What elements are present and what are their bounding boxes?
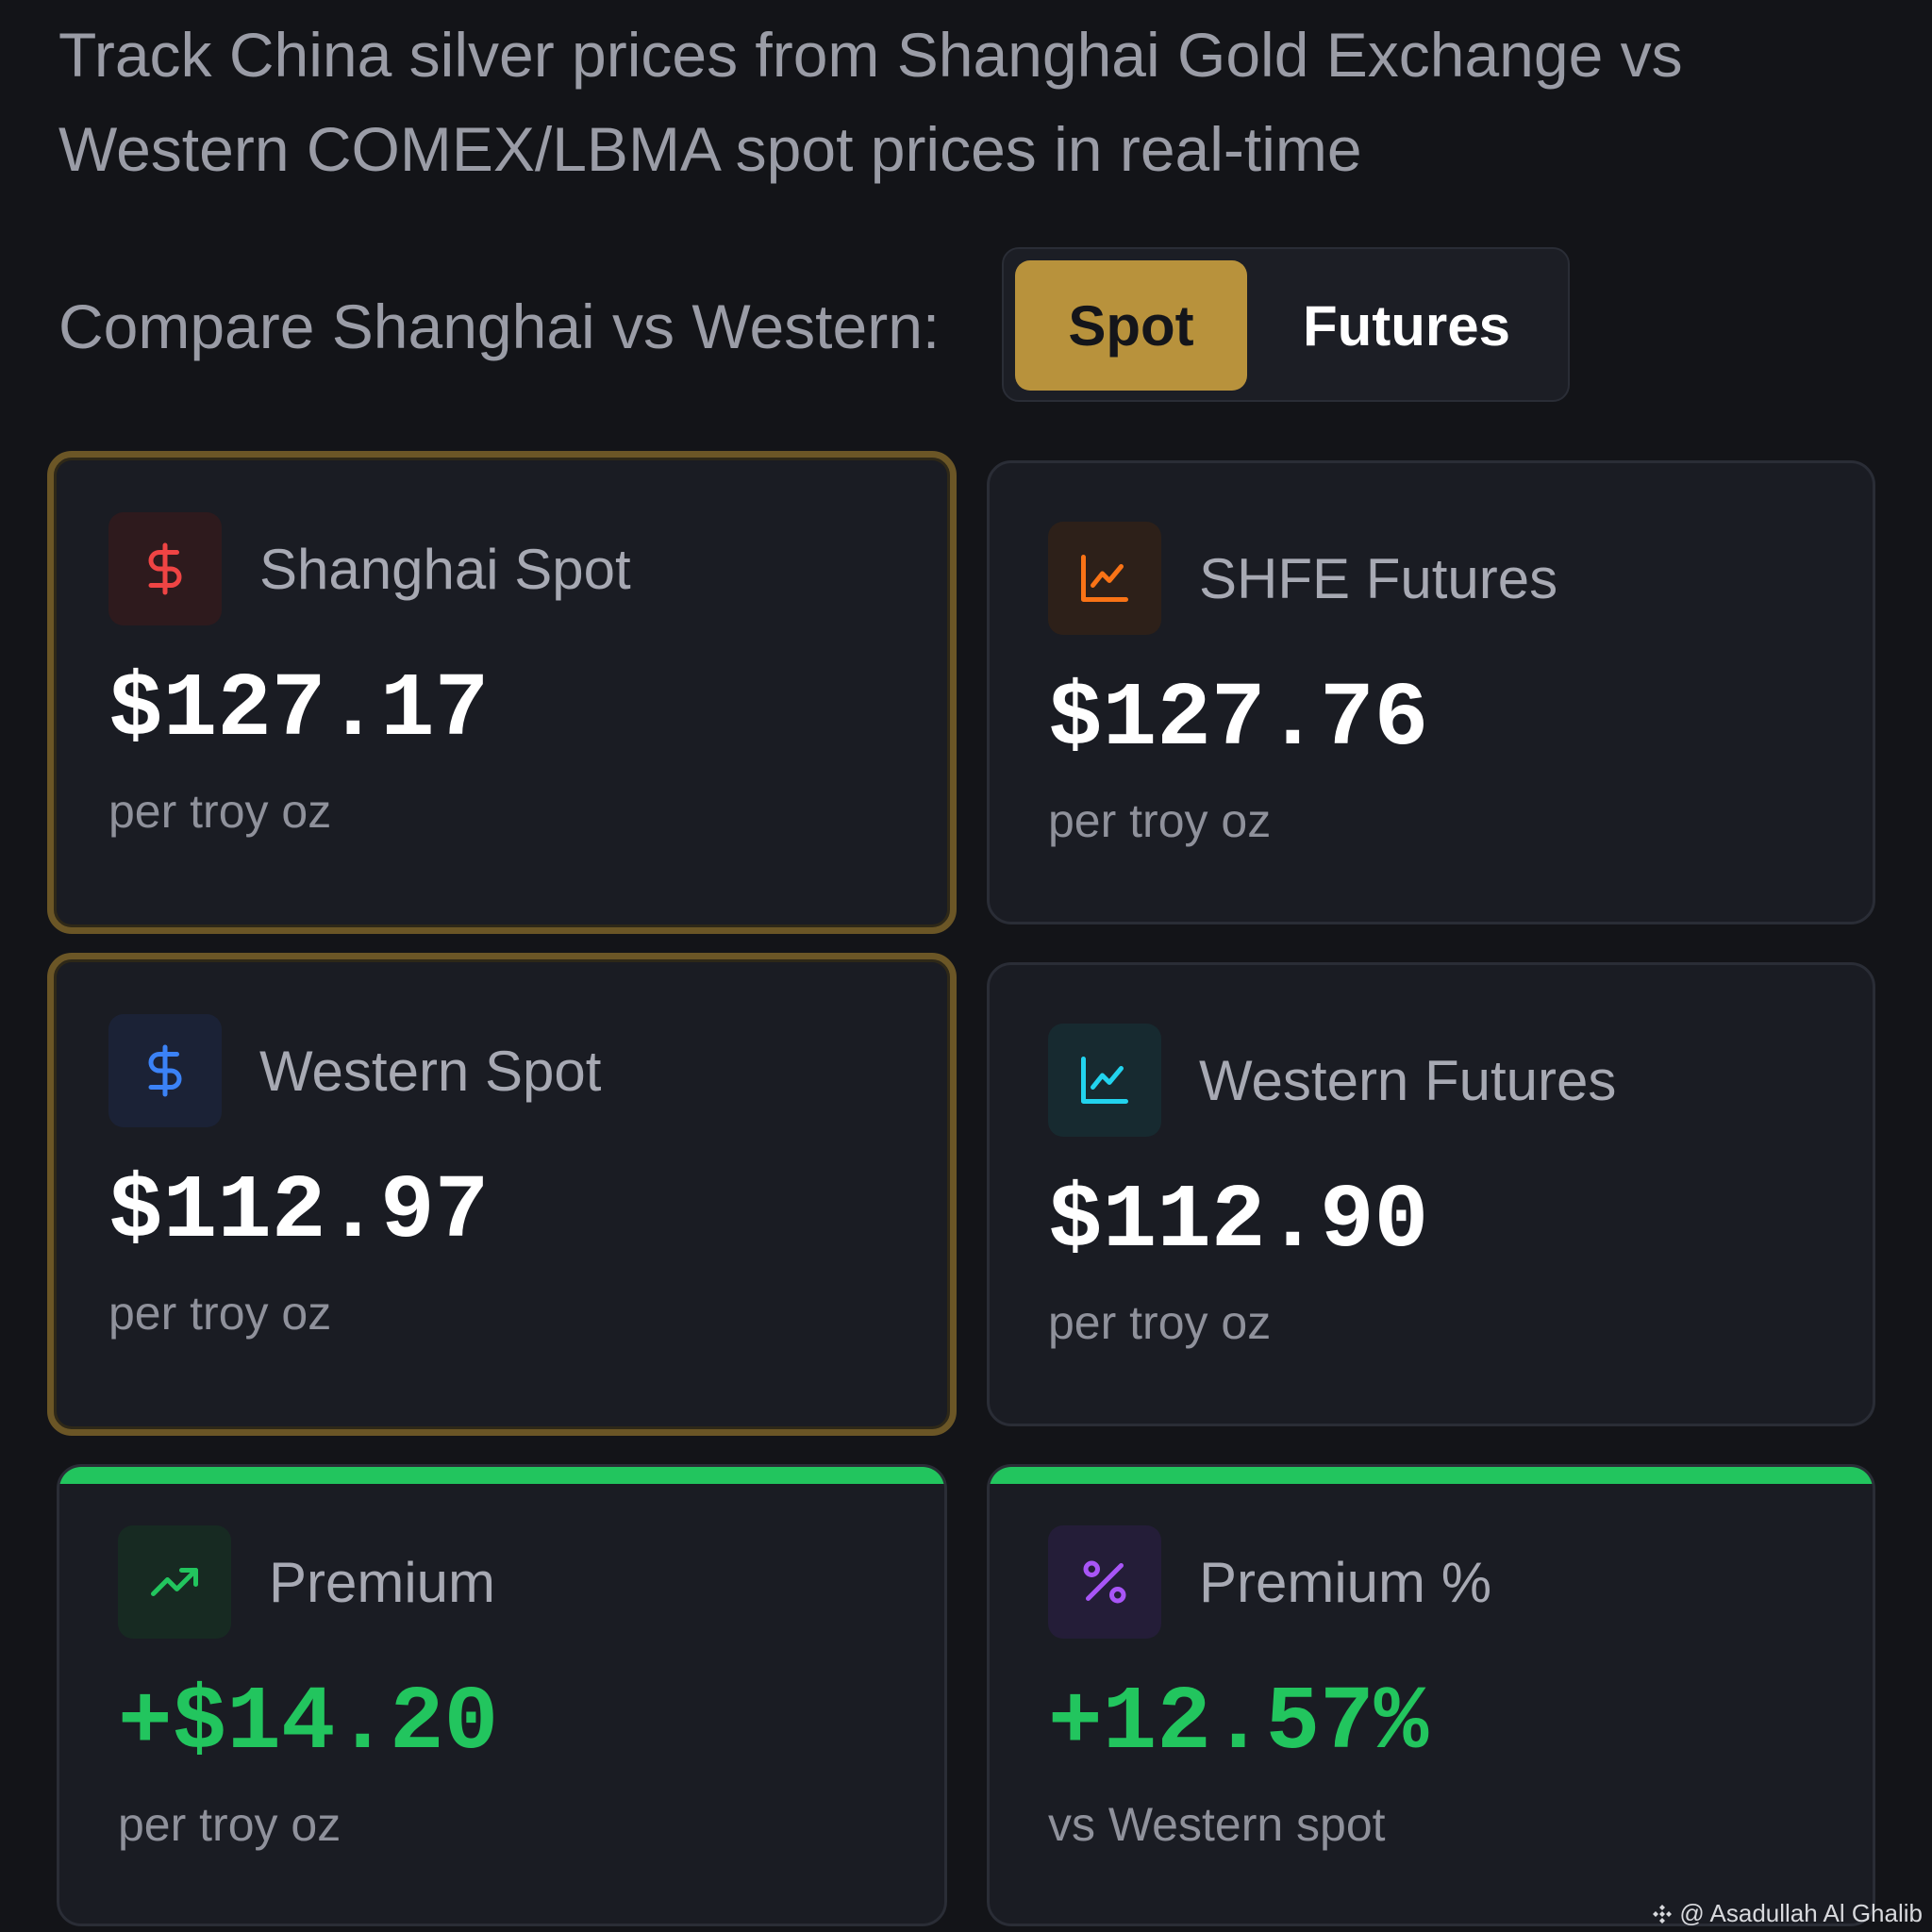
compare-row: Compare Shanghai vs Western: [58,247,940,406]
card-unit: per troy oz [118,1798,341,1851]
line-chart-icon [1048,1024,1161,1137]
diamond-logo-icon [1653,1904,1673,1924]
page-subtitle: Track China silver prices from Shanghai … [58,20,1683,184]
line-chart-icon [1048,522,1161,635]
watermark-text: @ Asadullah Al Ghalib [1679,1899,1923,1927]
card-unit: per troy oz [108,1287,332,1340]
card-value: $112.90 [1048,1170,1429,1273]
trending-up-icon [118,1525,231,1639]
card-value: +12.57% [1048,1672,1429,1774]
page: Track China silver prices from Shanghai … [0,0,1932,1932]
western-futures-card[interactable]: Western Futures $112.90 per troy oz [987,962,1875,1426]
positive-indicator-bar [59,1467,944,1484]
card-title: Premium % [1199,1550,1492,1614]
watermark: @ Asadullah Al Ghalib [1651,1899,1923,1928]
futures-toggle-button[interactable]: Futures [1251,260,1562,391]
shanghai-spot-card[interactable]: Shanghai Spot $127.17 per troy oz [47,451,957,934]
dollar-icon [108,512,222,625]
card-title: Western Futures [1199,1048,1617,1112]
percent-icon [1048,1525,1161,1639]
positive-indicator-bar [990,1467,1873,1484]
dollar-icon [108,1014,222,1127]
card-title: Shanghai Spot [259,537,631,601]
compare-label: Compare Shanghai vs Western: [58,291,941,361]
card-value: $127.76 [1048,668,1429,771]
premium-card[interactable]: Premium +$14.20 per troy oz [57,1464,947,1926]
card-title: Western Spot [259,1039,602,1103]
market-toggle: Spot Futures [1002,247,1570,402]
card-value: $127.17 [108,658,490,761]
card-unit: per troy oz [1048,794,1272,847]
western-spot-card[interactable]: Western Spot $112.97 per troy oz [47,953,957,1436]
spot-toggle-button[interactable]: Spot [1015,260,1247,391]
premium-percent-card[interactable]: Premium % +12.57% vs Western spot [987,1464,1875,1926]
card-value: $112.97 [108,1160,490,1263]
card-unit: per troy oz [1048,1296,1272,1349]
card-unit: vs Western spot [1048,1798,1386,1851]
card-unit: per troy oz [108,785,332,838]
shfe-futures-card[interactable]: SHFE Futures $127.76 per troy oz [987,460,1875,924]
card-title: Premium [269,1550,496,1614]
card-title: SHFE Futures [1199,546,1558,610]
card-value: +$14.20 [118,1672,499,1774]
